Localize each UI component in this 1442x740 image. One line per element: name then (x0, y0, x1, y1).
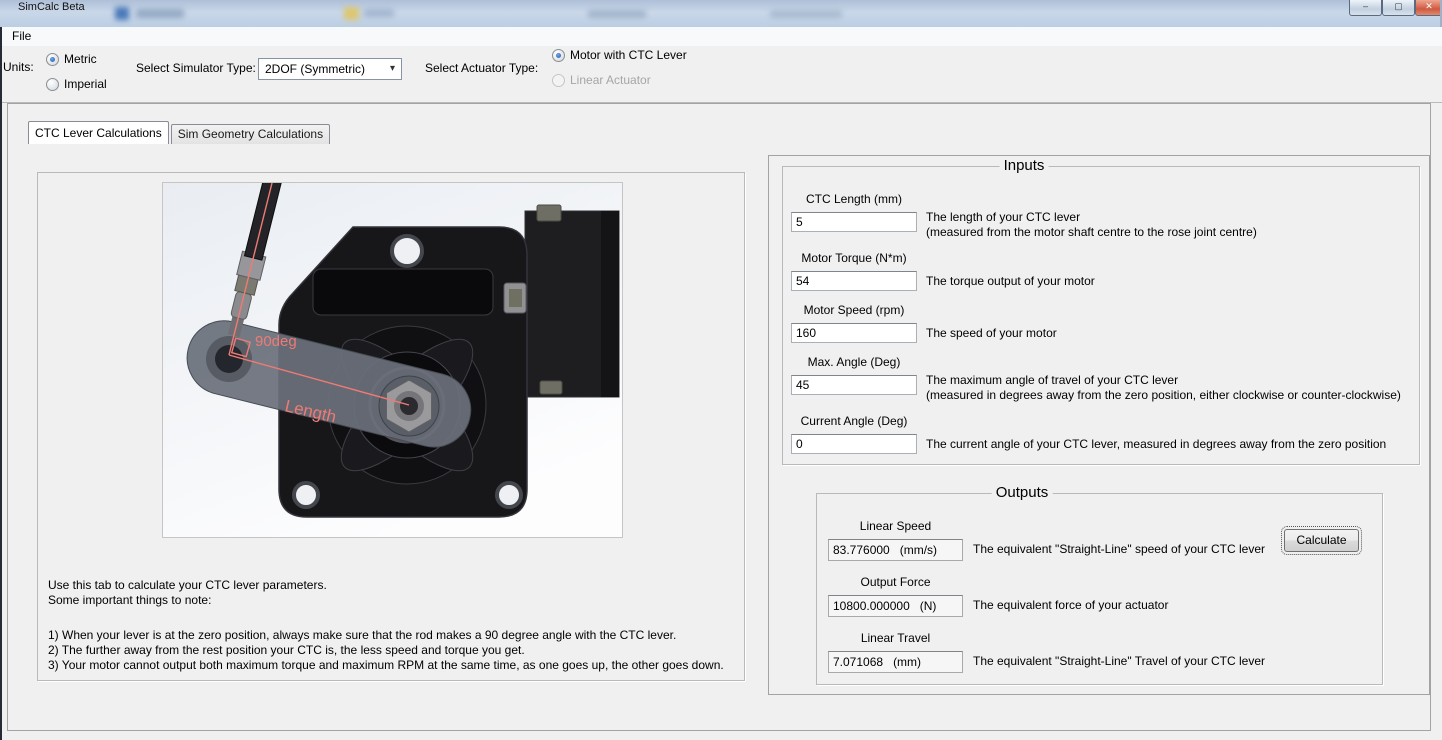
window-title: SimCalc Beta (18, 1, 85, 13)
metric-radio-label[interactable]: Metric (64, 52, 97, 66)
title-bar: SimCalc Beta – ▢ ✕ (0, 0, 1442, 28)
background-window-text (770, 10, 842, 18)
ctc-lever-diagram: 90deg Length (162, 182, 623, 538)
outputs-group-title: Outputs (992, 484, 1053, 501)
background-folder-icon (344, 7, 359, 20)
motor-diagram-image: 90deg Length (163, 183, 622, 537)
motor-speed-label: Motor Speed (rpm) (791, 303, 917, 317)
output-force-desc: The equivalent force of your actuator (973, 598, 1168, 613)
note-line: Use this tab to calculate your CTC lever… (48, 578, 724, 593)
menu-file[interactable]: File (9, 29, 34, 43)
imperial-radio[interactable] (46, 78, 59, 91)
motor-torque-input[interactable] (791, 271, 917, 291)
app-window: { "window": { "title": "SimCalc Beta", "… (0, 0, 1442, 740)
simulator-type-select[interactable]: 2DOF (Symmetric) ▾ (258, 58, 402, 80)
shaft-nut (379, 376, 439, 436)
tab-sim-geometry-calculations[interactable]: Sim Geometry Calculations (171, 124, 330, 144)
background-window-text (136, 9, 184, 18)
actuator-type-label: Select Actuator Type: (425, 61, 538, 75)
output-force-label: Output Force (828, 575, 963, 589)
note-line: 1) When your lever is at the zero positi… (48, 628, 724, 643)
calculate-button[interactable]: Calculate (1284, 529, 1359, 552)
ctc-length-input[interactable] (791, 212, 917, 232)
background-window-text (364, 9, 394, 17)
motor-ctc-lever-radio-label[interactable]: Motor with CTC Lever (570, 48, 687, 62)
linear-actuator-radio (552, 74, 565, 87)
motor-ctc-lever-radio[interactable] (552, 49, 565, 62)
current-angle-label: Current Angle (Deg) (791, 414, 917, 428)
inputs-group: Inputs CTC Length (mm) The length of you… (782, 166, 1420, 465)
linear-speed-label: Linear Speed (828, 519, 963, 533)
max-angle-label: Max. Angle (Deg) (791, 355, 917, 369)
output-force-output: 10800.000000(N) (828, 595, 963, 617)
linear-travel-desc: The equivalent "Straight-Line" Travel of… (973, 654, 1265, 669)
window-left-edge (0, 27, 2, 740)
angle-annotation-label: 90deg (255, 333, 297, 350)
current-angle-desc: The current angle of your CTC lever, mea… (926, 437, 1386, 452)
ctc-length-desc: The length of your CTC lever(measured fr… (926, 210, 1257, 240)
background-window-icon (115, 7, 129, 20)
simulator-type-label: Select Simulator Type: (136, 61, 256, 75)
linear-travel-label: Linear Travel (828, 631, 963, 645)
linear-speed-output: 83.776000(mm/s) (828, 539, 963, 561)
units-label: Units: (3, 60, 34, 74)
menu-bar: File (0, 27, 1442, 47)
motor-speed-input[interactable] (791, 323, 917, 343)
imperial-radio-label[interactable]: Imperial (64, 77, 107, 91)
note-line: 3) Your motor cannot output both maximum… (48, 658, 724, 673)
simulator-type-value: 2DOF (Symmetric) (265, 62, 365, 76)
max-angle-desc: The maximum angle of travel of your CTC … (926, 373, 1401, 403)
motor-speed-desc: The speed of your motor (926, 326, 1057, 341)
note-line: 2) The further away from the rest positi… (48, 643, 724, 658)
chevron-down-icon: ▾ (390, 59, 395, 79)
linear-actuator-radio-label: Linear Actuator (570, 73, 651, 87)
tab-strip: CTC Lever Calculations Sim Geometry Calc… (28, 121, 330, 144)
tab-ctc-lever-calculations[interactable]: CTC Lever Calculations (28, 121, 169, 144)
max-angle-input[interactable] (791, 375, 917, 395)
options-toolbar: Units: Metric Imperial Select Simulator … (0, 46, 1442, 103)
minimize-button[interactable]: – (1349, 0, 1382, 16)
close-button[interactable]: ✕ (1415, 0, 1442, 16)
motor-torque-label: Motor Torque (N*m) (791, 251, 917, 265)
background-window-text (588, 10, 646, 18)
motor-torque-desc: The torque output of your motor (926, 274, 1095, 289)
note-line: Some important things to note: (48, 593, 724, 608)
metric-radio[interactable] (46, 53, 59, 66)
tab-notes: Use this tab to calculate your CTC lever… (48, 578, 724, 673)
linear-speed-desc: The equivalent "Straight-Line" speed of … (973, 542, 1265, 557)
inputs-group-title: Inputs (1000, 157, 1049, 174)
linear-travel-output: 7.071068(mm) (828, 651, 963, 673)
outputs-group: Outputs Linear Speed 83.776000(mm/s) The… (816, 493, 1383, 685)
maximize-button[interactable]: ▢ (1382, 0, 1415, 16)
ctc-length-label: CTC Length (mm) (791, 192, 917, 206)
motor-cylinder (525, 205, 619, 397)
current-angle-input[interactable] (791, 434, 917, 454)
